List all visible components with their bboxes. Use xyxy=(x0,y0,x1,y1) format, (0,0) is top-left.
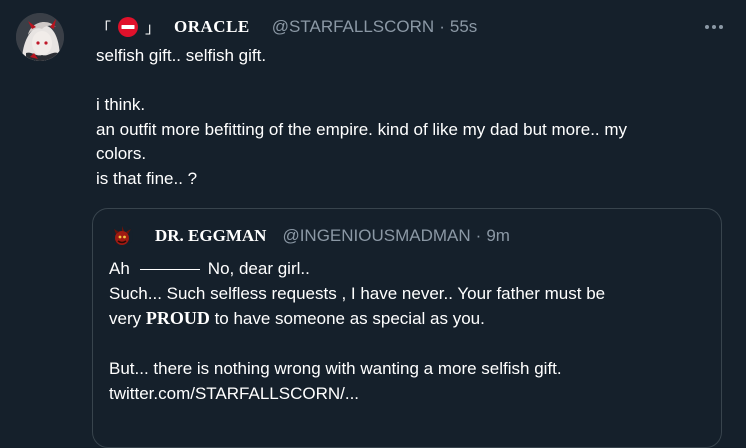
corner-bracket-right: 」 xyxy=(145,18,161,37)
corner-bracket-left: 「 xyxy=(96,18,112,37)
tweet-text-line: colors. xyxy=(96,144,147,163)
tweet-text-line: an outfit more befitting of the empire. … xyxy=(96,119,628,139)
no-entry-icon xyxy=(117,16,139,38)
em-dash-line xyxy=(139,269,200,271)
timestamp[interactable]: 55s xyxy=(450,17,477,37)
tweet-text-line xyxy=(96,69,716,94)
quote-user-handle[interactable]: @INGENIOUSMADMAN xyxy=(282,226,470,246)
quote-display-name[interactable]: DR. EGGMAN xyxy=(155,226,266,246)
more-horizontal-icon[interactable] xyxy=(704,17,724,37)
quote-header: DR. EGGMAN @INGENIOUSMADMAN · 9m xyxy=(111,225,510,247)
quote-text-line: But... there is nothing wrong with wanti… xyxy=(109,359,562,378)
tweet-text-line: selfish gift.. selfish gift. xyxy=(96,46,267,65)
quote-line1-start: Ah xyxy=(109,259,130,278)
quote-text-line: Ah No, dear girl.. xyxy=(109,256,709,281)
user-handle[interactable]: @STARFALLSCORN xyxy=(272,17,434,37)
quote-text-line: Such... Such selfless requests , I have … xyxy=(109,284,606,303)
quote-line3-end: to have someone as special as you. xyxy=(209,309,485,328)
display-name[interactable]: ORACLE xyxy=(174,17,250,37)
quote-bold-word: PROUD xyxy=(145,308,210,328)
avatar[interactable] xyxy=(16,13,64,61)
quote-avatar[interactable] xyxy=(111,225,133,247)
separator-dot: · xyxy=(475,226,482,245)
tweet-header: 「 」 ORACLE @STARFALLSCORN · 55s xyxy=(96,16,477,38)
quote-text-line: very PROUD to have someone as special as… xyxy=(109,306,709,331)
quote-tweet-card[interactable]: DR. EGGMAN @INGENIOUSMADMAN · 9m Ah No, d… xyxy=(92,208,722,448)
quote-line1-end: No, dear girl.. xyxy=(207,259,310,278)
quote-timestamp[interactable]: 9m xyxy=(486,226,510,246)
tweet-text: selfish gift.. selfish gift. i think. an… xyxy=(96,44,716,191)
tweet-text-line: i think. xyxy=(96,95,146,114)
quote-text: Ah No, dear girl.. Such... Such selfless … xyxy=(109,256,709,406)
tweet-text-line: is that fine.. ? xyxy=(96,168,198,188)
quote-link[interactable]: twitter.com/STARFALLSCORN/... xyxy=(109,381,709,406)
quote-line3-start: very xyxy=(109,309,146,328)
separator-dot: · xyxy=(439,17,445,36)
quote-text-line xyxy=(109,331,709,356)
